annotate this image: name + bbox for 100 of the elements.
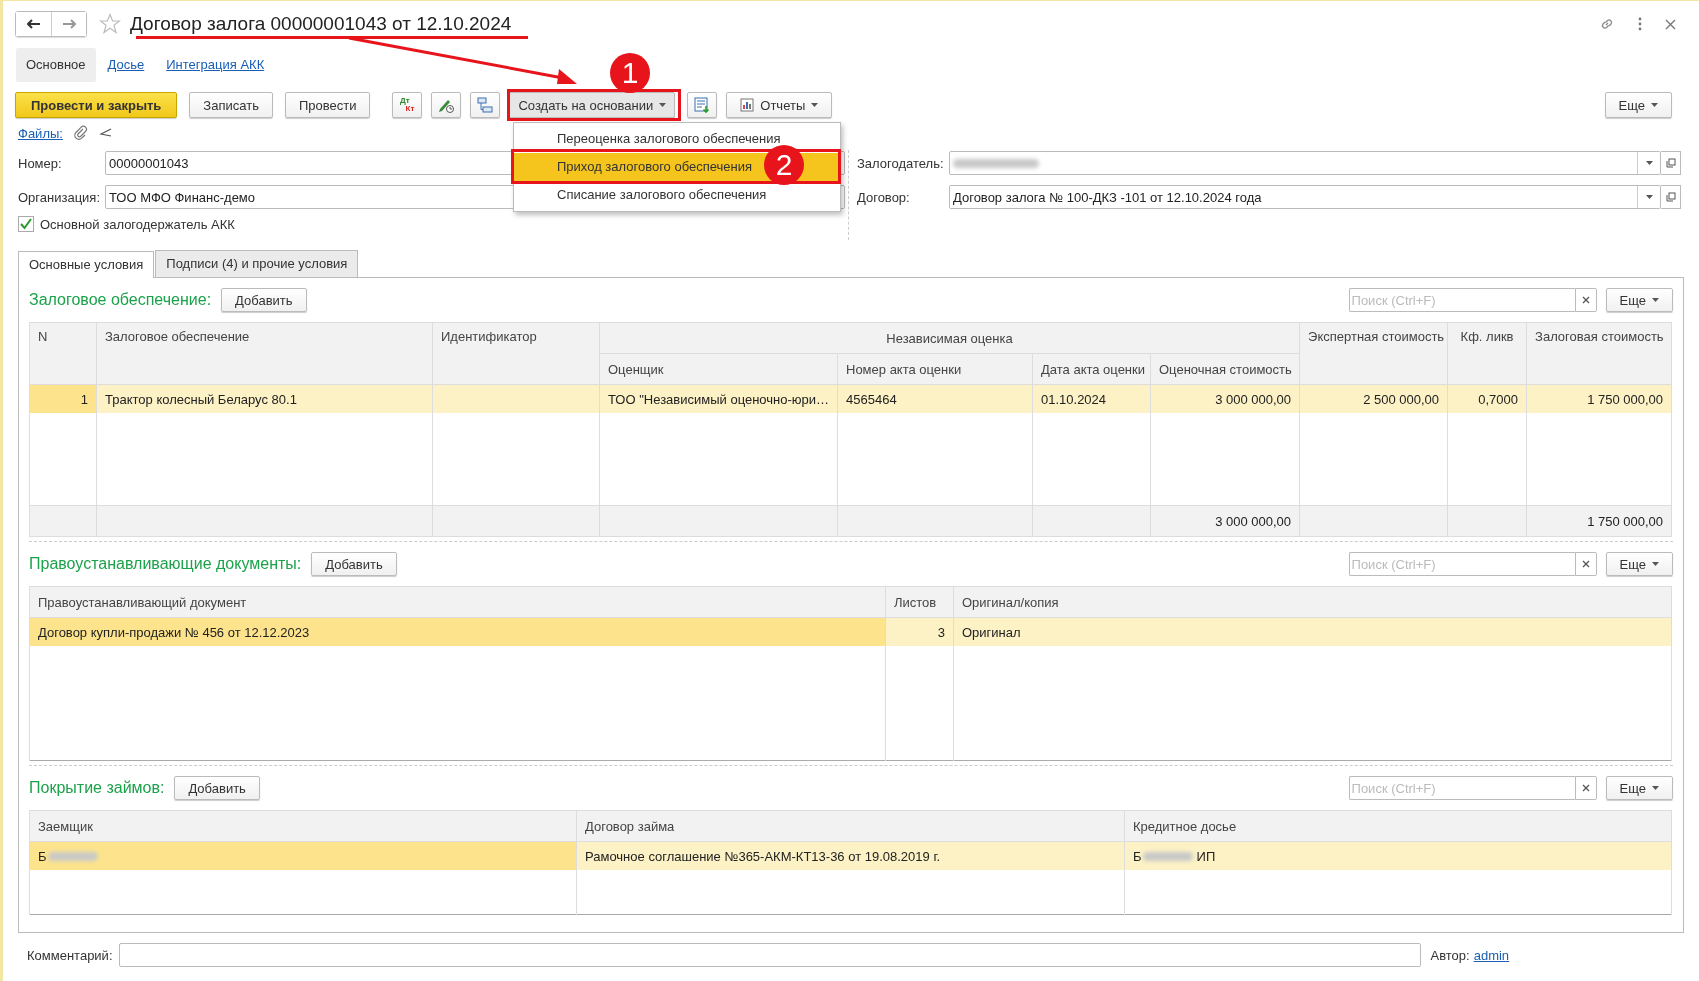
dropdown-icon	[1645, 195, 1653, 199]
column-header: Залоговая стоимость	[1526, 322, 1672, 385]
debit-credit-button[interactable]: Дт Кт	[392, 92, 423, 118]
post-close-button[interactable]: Провести и закрыть	[15, 92, 178, 118]
column-group-header: Независимая оценка	[599, 322, 1300, 354]
search-field[interactable]: Поиск (Ctrl+F)	[1348, 552, 1575, 576]
caret-icon	[1652, 562, 1659, 566]
table-cell: ТОО "Независимый оценочно-юри…	[599, 384, 838, 413]
select-field[interactable]	[949, 151, 1661, 175]
open-button[interactable]	[1661, 151, 1681, 175]
author-link[interactable]: admin	[1473, 947, 1510, 963]
column-header: Экспертная стоимость	[1299, 322, 1448, 385]
more-icon[interactable]	[1637, 17, 1643, 31]
forward-arrow-icon	[62, 19, 76, 29]
table-cell: Оригинал	[962, 624, 1021, 640]
paperclip-icon[interactable]	[72, 125, 89, 141]
nav-tab[interactable]: Досье	[97, 48, 155, 82]
create-based-on-button[interactable]: Создать на основании	[509, 92, 676, 118]
tab[interactable]: Основные условия	[18, 251, 155, 278]
field-label: Организация:	[18, 189, 102, 205]
column-header: Кф. ликв	[1447, 322, 1527, 385]
toolbar-button[interactable]: Записать	[189, 92, 273, 118]
clear-button[interactable]	[1574, 552, 1597, 576]
check-icon	[19, 217, 33, 231]
checkbox[interactable]	[18, 216, 34, 232]
table-cell: 0,7000	[1447, 384, 1527, 413]
search-field[interactable]: Поиск (Ctrl+F)	[1348, 288, 1575, 312]
more-button[interactable]: Еще	[1604, 92, 1672, 118]
search-field[interactable]: Поиск (Ctrl+F)	[1348, 776, 1575, 800]
column-header: N	[29, 322, 97, 385]
table-cell: Договор купли-продажи № 456 от 12.12.2023	[38, 624, 310, 640]
table-cell: 1 750 000,00	[1526, 384, 1672, 413]
clear-button[interactable]	[1574, 288, 1597, 312]
reports-button[interactable]: Отчеты	[726, 92, 833, 118]
field-label: Автор:	[1430, 947, 1470, 963]
add-button[interactable]: Добавить	[311, 552, 397, 576]
caret-icon	[811, 103, 819, 107]
selected-row-cell[interactable]: Б	[29, 841, 577, 870]
nav-tab[interactable]: Основное	[16, 48, 96, 82]
signature-icon[interactable]	[98, 128, 113, 138]
clear-icon	[1581, 560, 1590, 568]
field-label: Залогодатель:	[857, 155, 945, 171]
table-cell: Рамочное соглашение №365-АКМ-КТ13-36 от 19.08.2019 г.	[585, 848, 941, 864]
tab[interactable]: Подписи (4) и прочие условия	[155, 250, 359, 277]
edit-history-button[interactable]	[431, 92, 462, 118]
files-link[interactable]: Файлы:	[18, 125, 63, 141]
table-cell: Б	[38, 848, 47, 864]
hierarchy-icon	[476, 96, 495, 114]
field-label: Комментарий:	[27, 947, 113, 963]
link-icon[interactable]	[1599, 16, 1615, 32]
clear-button[interactable]	[1574, 776, 1597, 800]
caret-icon	[1652, 298, 1659, 302]
caret-icon	[1651, 103, 1658, 107]
caret-icon	[1652, 786, 1659, 790]
select-field[interactable]: Договор залога № 100-ДКЗ -101 от 12.10.2024 года	[949, 185, 1661, 209]
star-icon[interactable]	[99, 13, 121, 35]
table-cell: Б	[1133, 848, 1142, 864]
table-cell: 01.10.2024	[1032, 384, 1151, 413]
field-label: Договор:	[857, 189, 911, 205]
add-button[interactable]: Добавить	[221, 288, 307, 312]
clear-icon	[1581, 296, 1590, 304]
section-title: Залоговое обеспечение:	[29, 291, 212, 309]
column-header: Дата акта оценки	[1032, 353, 1151, 385]
toolbar-button[interactable]: Провести	[284, 92, 371, 118]
document-arrow-icon	[693, 96, 712, 114]
selected-row-cell[interactable]: Договор купли-продажи № 456 от 12.12.2023	[29, 617, 886, 646]
comment-field[interactable]	[118, 943, 1421, 967]
field-label: Номер:	[18, 155, 63, 171]
close-icon[interactable]	[1665, 18, 1676, 30]
window-title: Договор залога 00000001043 от 12.10.2024	[130, 13, 512, 35]
total-cell: 3 000 000,00	[1215, 513, 1292, 529]
column-header: Договор займа	[576, 810, 1125, 842]
column-header: Кредитное досье	[1124, 810, 1672, 842]
column-header: Оригинал/копия	[953, 586, 1672, 618]
column-header: Заемщик	[29, 810, 577, 842]
document-button[interactable]	[687, 92, 718, 118]
table-cell: 3 000 000,00	[1150, 384, 1300, 413]
back-arrow-icon	[26, 19, 41, 29]
total-cell: 1 750 000,00	[1587, 513, 1664, 529]
open-window-icon	[1665, 192, 1676, 202]
table-cell: 1	[29, 384, 97, 413]
more-button[interactable]: Еще	[1605, 776, 1673, 800]
more-button[interactable]: Еще	[1605, 552, 1673, 576]
add-button[interactable]: Добавить	[174, 776, 260, 800]
structure-button[interactable]	[470, 92, 501, 118]
nav-tab[interactable]: Интеграция АКК	[156, 48, 275, 82]
open-window-icon	[1665, 158, 1676, 168]
clear-icon	[1581, 784, 1590, 792]
section-title: Правоустанавливающие документы:	[29, 555, 302, 573]
step-badge: 1	[610, 53, 650, 93]
more-button[interactable]: Еще	[1605, 288, 1673, 312]
column-header: Листов	[885, 586, 954, 618]
table-cell: 2 500 000,00	[1299, 384, 1448, 413]
caret-icon	[659, 103, 667, 107]
section-title: Покрытие займов:	[29, 779, 165, 797]
column-header: Оценочная стоимость	[1150, 353, 1300, 385]
column-header: Идентификатор	[432, 322, 600, 385]
back-button[interactable]	[16, 12, 51, 36]
open-button[interactable]	[1661, 185, 1681, 209]
table-cell: ИП	[1196, 848, 1216, 864]
